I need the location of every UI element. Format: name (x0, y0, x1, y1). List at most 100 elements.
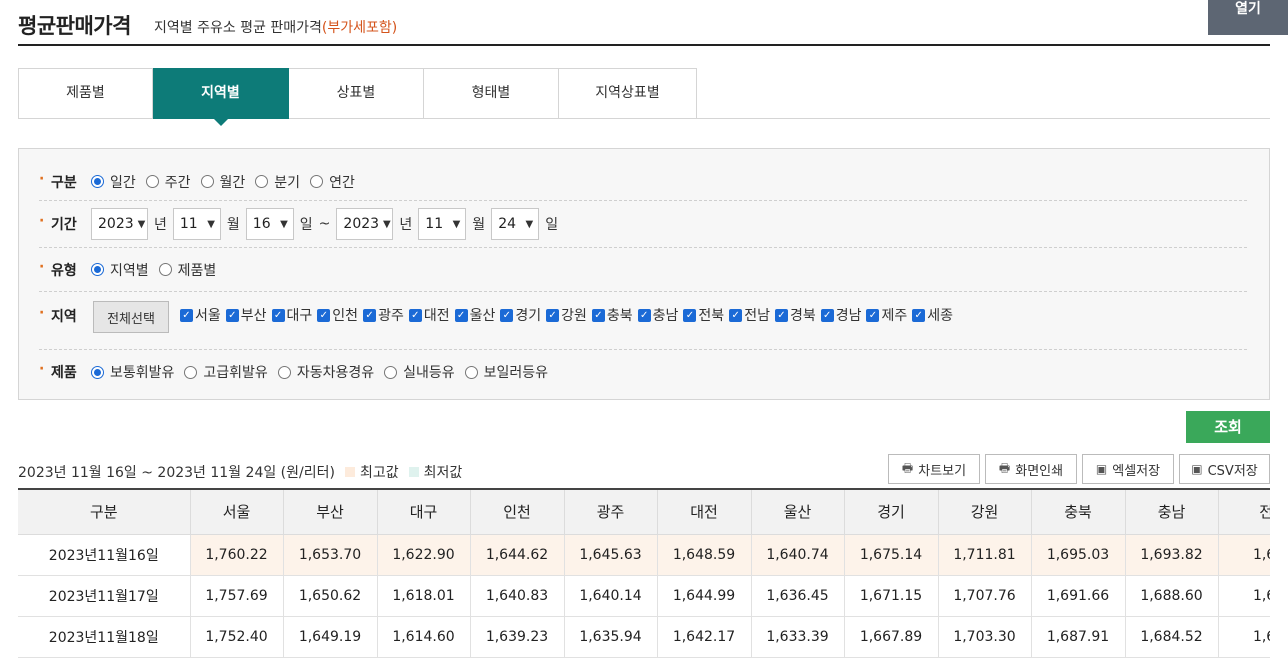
radio-label: 제품별 (177, 262, 217, 279)
radio-circle[interactable] (145, 175, 159, 188)
region-checkbox[interactable]: ✓ 대구 (271, 305, 312, 325)
unit-month: 월 (472, 217, 486, 233)
end-month-select[interactable]: 11 ▼ (418, 208, 467, 240)
checkbox-checked-icon[interactable]: ✓ (774, 308, 788, 322)
checkbox-checked-icon[interactable]: ✓ (363, 308, 377, 322)
region-checkbox[interactable]: ✓ 인천 (317, 305, 358, 325)
region-label: 지역 (39, 305, 91, 326)
region-checkbox[interactable]: ✓ 충북 (591, 305, 633, 325)
region-checkbox[interactable]: ✓ 경기 (500, 305, 541, 325)
checkbox-checked-icon[interactable]: ✓ (729, 308, 743, 322)
price-cell: 1,675.14 (844, 534, 939, 576)
radio-daily[interactable]: 일간 (91, 172, 136, 192)
radio-circle[interactable] (91, 365, 104, 379)
select-value: 24 (498, 216, 517, 232)
radio-circle[interactable] (277, 365, 291, 379)
tab-brand[interactable]: 상표별 (289, 68, 424, 119)
radio-indoor-kerosene[interactable]: 실내등유 (384, 362, 455, 382)
radio-circle[interactable] (200, 175, 214, 188)
region-checkbox[interactable]: ✓ 전북 (683, 305, 724, 325)
radio-circle[interactable] (255, 175, 269, 188)
chevron-down-icon: ▼ (207, 218, 215, 230)
checkbox-checked-icon[interactable]: ✓ (454, 308, 468, 322)
start-month-select[interactable]: 11 ▼ (172, 208, 221, 240)
radio-boiler-kerosene[interactable]: 보일러등유 (464, 362, 548, 382)
radio-monthly[interactable]: 월간 (200, 172, 245, 192)
region-checkbox[interactable]: ✓ 광주 (363, 305, 404, 325)
checkbox-checked-icon[interactable]: ✓ (683, 308, 697, 322)
price-cell: 1,752.40 (190, 616, 284, 658)
region-checkbox-label: 인천 (332, 308, 359, 324)
checkbox-checked-icon[interactable]: ✓ (866, 308, 880, 322)
price-cell: 1,654 (1218, 616, 1270, 658)
region-checkbox[interactable]: ✓ 충남 (637, 305, 679, 325)
checkbox-checked-icon[interactable]: ✓ (180, 308, 193, 322)
price-table: 구분서울부산대구인천광주대전울산경기강원충북충남전북 2023년11월16일1,… (18, 490, 1270, 658)
end-day-select[interactable]: 24 ▼ (491, 208, 540, 240)
checkbox-checked-icon[interactable]: ✓ (408, 308, 422, 322)
radio-circle[interactable] (91, 175, 104, 188)
checkbox-checked-icon[interactable]: ✓ (225, 308, 239, 322)
checkbox-checked-icon[interactable]: ✓ (317, 308, 331, 322)
checkbox-checked-icon[interactable]: ✓ (271, 308, 285, 322)
radio-regular-gasoline[interactable]: 보통휘발유 (91, 362, 174, 382)
region-checkbox[interactable]: ✓ 경북 (774, 305, 816, 325)
radio-circle[interactable] (91, 263, 104, 276)
checkbox-checked-icon[interactable]: ✓ (820, 308, 834, 322)
excel-save-button[interactable]: ▣ 엑셀저장 (1082, 454, 1174, 484)
tab-type[interactable]: 형태별 (424, 68, 559, 119)
csv-save-button[interactable]: ▣ CSV저장 (1179, 454, 1270, 484)
toolbar: 🖶 차트보기 🖶 화면인쇄 ▣ 엑셀저장 ▣ CSV저장 (0, 454, 1288, 484)
view-type-row: 유형 지역별 제품별 (39, 248, 1247, 292)
start-day-select[interactable]: 16 ▼ (245, 208, 294, 240)
radio-by-product[interactable]: 제품별 (158, 260, 217, 280)
region-checkbox[interactable]: ✓ 경남 (820, 305, 861, 325)
radio-diesel[interactable]: 자동차용경유 (277, 362, 374, 382)
region-checkbox[interactable]: ✓ 세종 (912, 305, 953, 325)
unit-day: 일 (299, 217, 313, 233)
region-checkbox-label: 충남 (652, 308, 679, 324)
checkbox-checked-icon[interactable]: ✓ (546, 308, 560, 322)
price-cell: 1,639.23 (470, 616, 565, 658)
radio-yearly[interactable]: 연간 (310, 172, 355, 192)
region-checkbox-label: 울산 (469, 308, 496, 324)
select-all-button[interactable]: 전체선택 (93, 301, 169, 333)
radio-circle[interactable] (158, 263, 172, 276)
radio-circle[interactable] (184, 365, 198, 379)
search-button[interactable]: 조회 (1186, 411, 1270, 443)
select-value: 2023 (343, 216, 380, 232)
radio-circle[interactable] (384, 365, 398, 379)
column-header-region: 부산 (283, 490, 378, 535)
checkbox-checked-icon[interactable]: ✓ (500, 308, 514, 322)
radio-quarterly[interactable]: 분기 (255, 172, 300, 192)
region-checkbox[interactable]: ✓ 전남 (729, 305, 770, 325)
radio-circle[interactable] (310, 175, 324, 188)
region-checkbox[interactable]: ✓ 서울 (180, 305, 221, 325)
end-year-select[interactable]: 2023 ▼ (336, 208, 394, 240)
price-table-container[interactable]: 구분서울부산대구인천광주대전울산경기강원충북충남전북 2023년11월16일1,… (18, 488, 1270, 670)
radio-by-region[interactable]: 지역별 (91, 260, 149, 280)
column-header-region: 경기 (844, 490, 939, 535)
checkbox-checked-icon[interactable]: ✓ (591, 308, 605, 322)
region-checkbox[interactable]: ✓ 부산 (225, 305, 267, 325)
checkbox-checked-icon[interactable]: ✓ (637, 308, 651, 322)
radio-premium-gasoline[interactable]: 고급휘발유 (184, 362, 268, 382)
open-button[interactable]: 열기 (1208, 0, 1288, 35)
radio-circle[interactable] (464, 365, 478, 379)
tab-region-brand[interactable]: 지역상표별 (559, 68, 697, 119)
column-header-region: 광주 (564, 490, 658, 535)
table-row: 2023년11월18일 1,752.40 1,649.19 1,614.60 1,639… (18, 616, 1270, 658)
tab-product[interactable]: 제품별 (18, 68, 153, 119)
price-cell: 1,711.81 (938, 534, 1032, 576)
region-checkbox[interactable]: ✓ 대전 (408, 305, 450, 325)
region-checkbox[interactable]: ✓ 강원 (546, 305, 587, 325)
start-year-select[interactable]: 2023 ▼ (91, 208, 148, 240)
print-screen-button[interactable]: 🖶 화면인쇄 (985, 454, 1077, 484)
chart-view-button[interactable]: 🖶 차트보기 (888, 454, 980, 484)
checkbox-checked-icon[interactable]: ✓ (912, 308, 926, 322)
tab-region[interactable]: 지역별 (153, 68, 289, 126)
radio-weekly[interactable]: 주간 (145, 172, 191, 192)
region-checkbox[interactable]: ✓ 울산 (454, 305, 496, 325)
file-export-icon: ▣ (1191, 462, 1203, 476)
region-checkbox[interactable]: ✓ 제주 (866, 305, 907, 325)
